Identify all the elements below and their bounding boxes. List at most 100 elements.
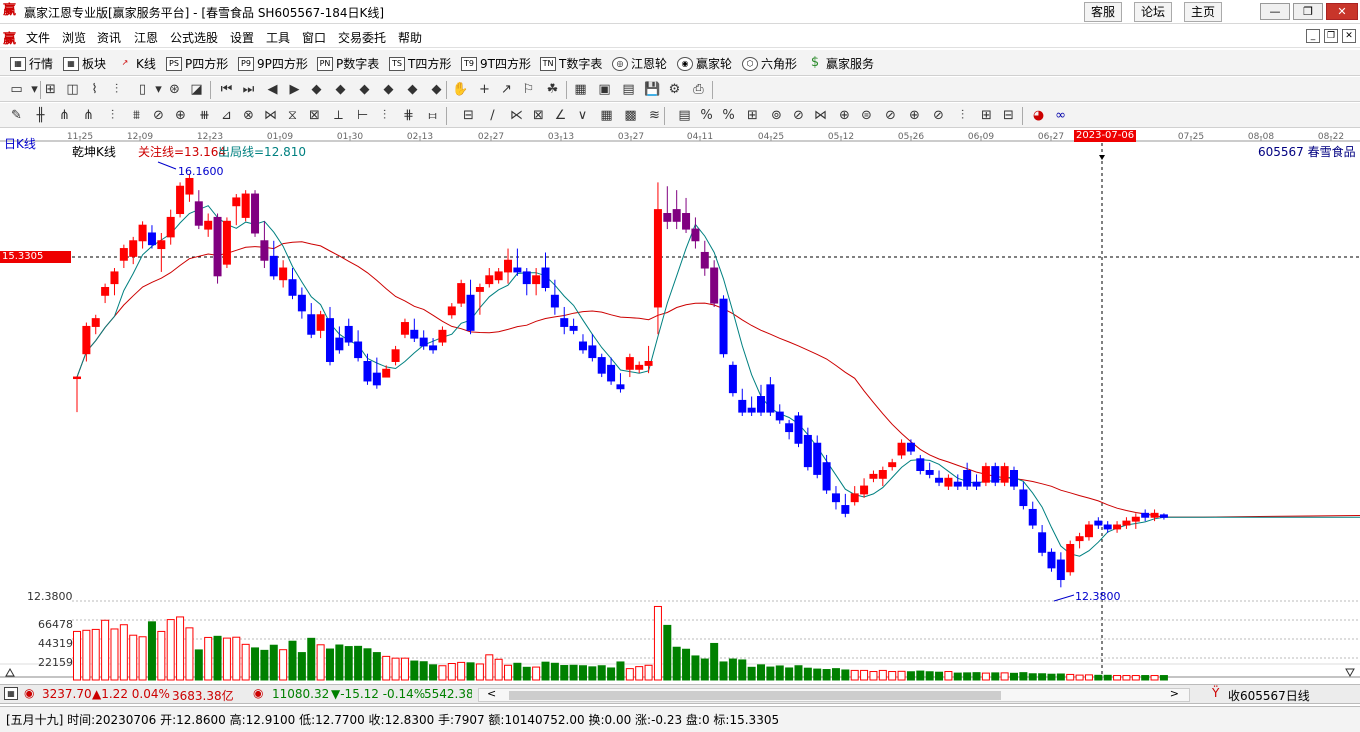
func-9p-square-button[interactable]: P9 9P四方形 [238, 55, 308, 72]
draw-tool-23-icon[interactable]: ⊠ [530, 107, 547, 124]
draw-tool-2-icon[interactable]: ╫ [32, 107, 49, 124]
table-icon[interactable]: ▦ [4, 687, 18, 700]
func-9t-square-button[interactable]: T9 9T四方形 [461, 55, 531, 72]
menu-browse[interactable]: 浏览 [62, 29, 86, 46]
draw-tool-13-icon[interactable]: ⧖ [284, 107, 301, 124]
print-icon[interactable]: ⎙ [690, 81, 707, 98]
draw-tool-9-icon[interactable]: ⧻ [196, 107, 213, 124]
draw-tool-43-icon[interactable]: ⊟ [1000, 107, 1017, 124]
draw-tool-5-icon[interactable]: ⫶ [104, 107, 121, 124]
diamond4-icon[interactable]: ◆ [380, 81, 397, 98]
draw-tool-42-icon[interactable]: ⊞ [978, 107, 995, 124]
func-hexagon-button[interactable]: ⬡ 六角形 [742, 55, 797, 72]
prev-icon[interactable]: ◀ [264, 81, 281, 98]
func-p-square-button[interactable]: PS P四方形 [166, 55, 228, 72]
kline-chart[interactable]: 11-25 12-09 12-23 01-09 01-30 02-13 02-27 03-13… [0, 129, 1360, 682]
draw-tool-18-icon[interactable]: ⋕ [400, 107, 417, 124]
draw-tool-10-icon[interactable]: ⊿ [218, 107, 235, 124]
next-icon[interactable]: ▶ [286, 81, 303, 98]
scrollbar-thumb[interactable] [509, 691, 1001, 700]
homepage-link[interactable]: 主页 [1184, 2, 1223, 22]
settings-icon[interactable]: ⚙ [666, 81, 683, 98]
diamond2-icon[interactable]: ◆ [332, 81, 349, 98]
menu-window[interactable]: 窗口 [302, 29, 326, 46]
menu-file[interactable]: 文件 [26, 29, 50, 46]
first-icon[interactable]: ⏮ [218, 81, 235, 98]
draw-tool-32-icon[interactable]: ⊞ [744, 107, 761, 124]
draw-tool-37-icon[interactable]: ⊜ [858, 107, 875, 124]
menu-tools[interactable]: 工具 [266, 29, 290, 46]
diamond3-icon[interactable]: ◆ [356, 81, 373, 98]
draw-tool-8-icon[interactable]: ⊕ [172, 107, 189, 124]
restore-button[interactable]: ❐ [1293, 3, 1323, 20]
draw-tool-4-icon[interactable]: ⋔ [80, 107, 97, 124]
menu-settings[interactable]: 设置 [230, 29, 254, 46]
draw-tool-11-icon[interactable]: ⊗ [240, 107, 257, 124]
last-icon[interactable]: ⏭ [240, 81, 257, 98]
draw-tool-19-icon[interactable]: ⧦ [424, 107, 441, 124]
draw-tool-22-icon[interactable]: ⋉ [508, 107, 525, 124]
menu-gann[interactable]: 江恩 [134, 29, 158, 46]
draw-tool-6-icon[interactable]: ⩩ [128, 107, 145, 124]
scroll-right-icon[interactable]: > [1170, 687, 1179, 700]
trend-icon[interactable]: ↗ [498, 81, 515, 98]
menu-trade[interactable]: 交易委托 [338, 29, 386, 46]
diamond5-icon[interactable]: ◆ [404, 81, 421, 98]
customer-service-link[interactable]: 客服 [1084, 2, 1123, 22]
draw-tool-17-icon[interactable]: ⫶ [376, 107, 393, 124]
draw-tool-45-icon[interactable]: ∞ [1052, 107, 1069, 124]
draw-tool-40-icon[interactable]: ⊘ [930, 107, 947, 124]
draw-tool-20-icon[interactable]: ⊟ [460, 107, 477, 124]
grid-icon[interactable]: ⊞ [42, 81, 59, 98]
draw-tool-35-icon[interactable]: ⋈ [812, 107, 829, 124]
menu-help[interactable]: 帮助 [398, 29, 422, 46]
minimize-button[interactable]: — [1260, 3, 1290, 20]
dropdown-icon[interactable]: ▾ [150, 81, 167, 98]
draw-tool-3-icon[interactable]: ⋔ [56, 107, 73, 124]
close-button[interactable]: ✕ [1326, 3, 1358, 20]
layout-icon[interactable]: ▭ [8, 81, 25, 98]
color-icon[interactable]: ◪ [188, 81, 205, 98]
mdi-restore-button[interactable]: ❐ [1324, 29, 1338, 43]
crosshair-icon[interactable]: + [476, 81, 493, 98]
report-icon[interactable]: ▤ [620, 81, 637, 98]
draw-tool-38-icon[interactable]: ⊘ [882, 107, 899, 124]
func-t-square-button[interactable]: TS T四方形 [389, 55, 451, 72]
draw-tool-30-icon[interactable]: % [698, 107, 715, 124]
draw-tool-14-icon[interactable]: ⊠ [306, 107, 323, 124]
draw-tool-36-icon[interactable]: ⊕ [836, 107, 853, 124]
chart-scrollbar[interactable]: < > [478, 687, 1190, 702]
draw-tool-33-icon[interactable]: ⊚ [768, 107, 785, 124]
mdi-close-button[interactable]: ✕ [1342, 29, 1356, 43]
scroll-left-icon[interactable]: < [487, 687, 496, 700]
func-winner-wheel-button[interactable]: ◉ 赢家轮 [677, 55, 732, 72]
mdi-minimize-button[interactable]: _ [1306, 29, 1320, 43]
draw-tool-12-icon[interactable]: ⋈ [262, 107, 279, 124]
func-quotes-button[interactable]: ▦ 行情 [10, 55, 53, 72]
diamond-icon[interactable]: ◆ [308, 81, 325, 98]
draw-tool-15-icon[interactable]: ⟂ [330, 107, 347, 124]
func-t-table-button[interactable]: TN T数字表 [540, 55, 602, 72]
draw-tool-27-icon[interactable]: ▩ [622, 107, 639, 124]
draw-tool-25-icon[interactable]: ∨ [574, 107, 591, 124]
func-gann-wheel-button[interactable]: ◎ 江恩轮 [612, 55, 667, 72]
draw-tool-1-icon[interactable]: ✎ [8, 107, 25, 124]
func-kline-button[interactable]: ↗ K线 [117, 55, 156, 72]
draw-tool-29-icon[interactable]: ▤ [676, 107, 693, 124]
flag-icon[interactable]: ⚐ [520, 81, 537, 98]
draw-tool-16-icon[interactable]: ⊢ [354, 107, 371, 124]
window-icon[interactable]: ◫ [64, 81, 81, 98]
save-icon[interactable]: 💾 [644, 81, 661, 98]
draw-tool-28-icon[interactable]: ≋ [646, 107, 663, 124]
bars-icon[interactable]: ⌇ [86, 81, 103, 98]
draw-tool-41-icon[interactable]: ⫶ [954, 107, 971, 124]
forum-link[interactable]: 论坛 [1134, 2, 1173, 22]
candles-icon[interactable]: ⫶ [108, 81, 125, 98]
draw-tool-21-icon[interactable]: ∕ [484, 107, 501, 124]
func-p-table-button[interactable]: PN P数字表 [317, 55, 379, 72]
leaf-icon[interactable]: ☘ [544, 81, 561, 98]
draw-tool-39-icon[interactable]: ⊕ [906, 107, 923, 124]
draw-tool-24-icon[interactable]: ∠ [552, 107, 569, 124]
diamond6-icon[interactable]: ◆ [428, 81, 445, 98]
indicator-icon[interactable]: ⊛ [166, 81, 183, 98]
